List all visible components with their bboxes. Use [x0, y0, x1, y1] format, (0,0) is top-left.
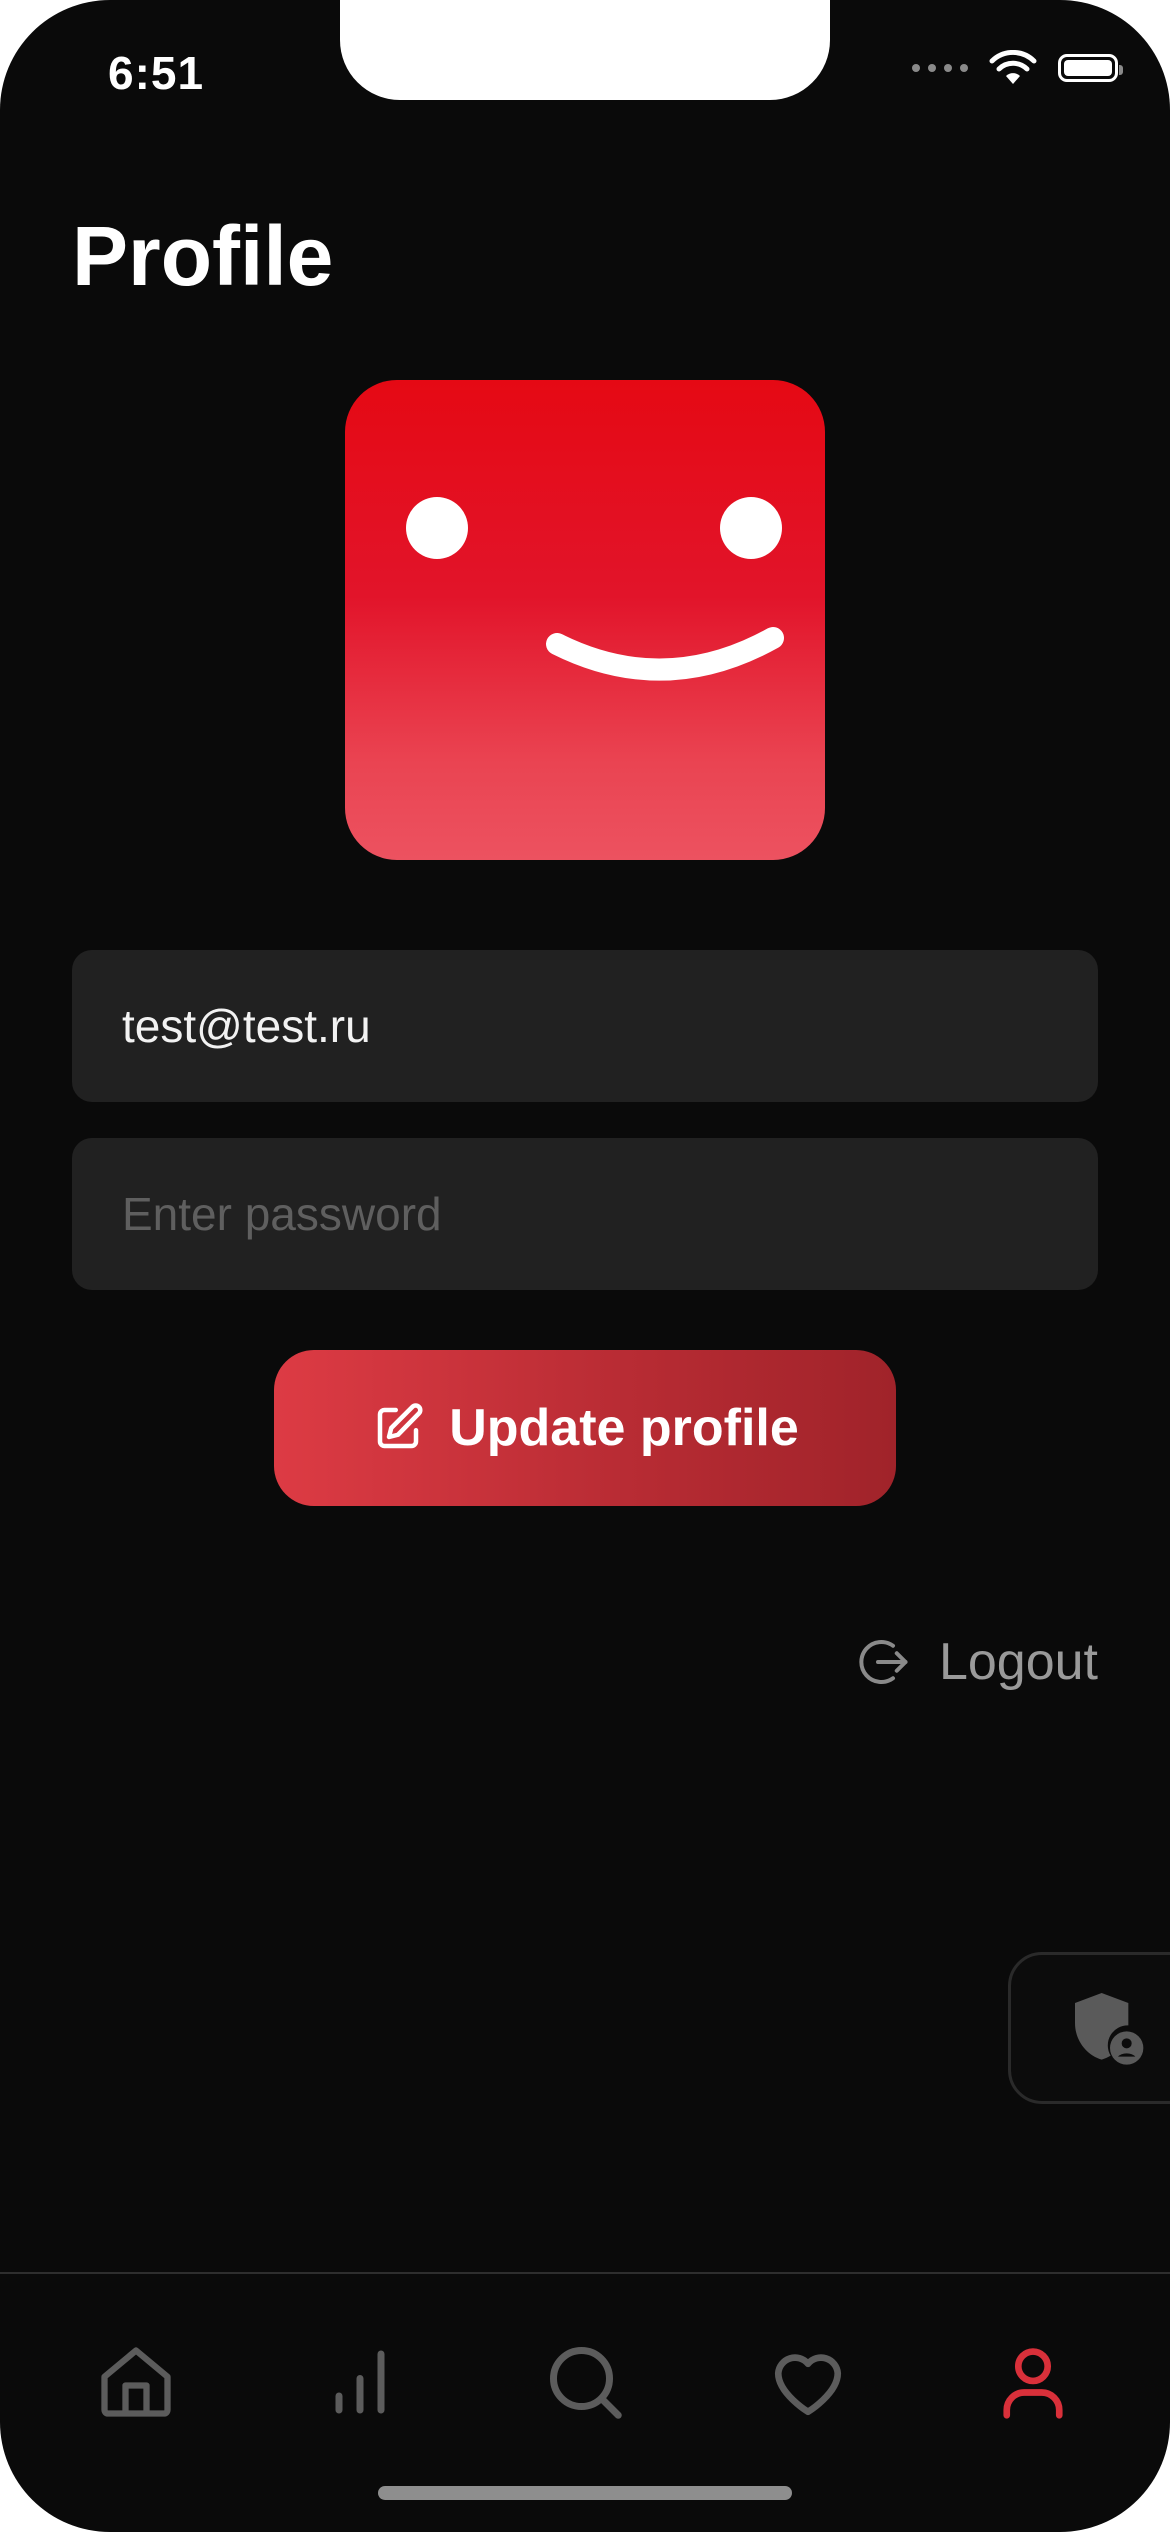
battery-icon	[1058, 54, 1123, 82]
device-notch	[340, 0, 830, 100]
tab-home[interactable]	[88, 2334, 184, 2430]
tab-favorites[interactable]	[760, 2334, 856, 2430]
edit-icon	[377, 1403, 423, 1449]
smiley-face-icon	[406, 497, 784, 681]
email-value: test@test.ru	[122, 1000, 371, 1052]
page-title: Profile	[72, 209, 334, 303]
logout-button[interactable]: Logout	[853, 1632, 1098, 1692]
signal-icon	[912, 64, 968, 72]
home-indicator	[378, 2486, 792, 2500]
privacy-float-button[interactable]	[1008, 1952, 1170, 2104]
shield-user-icon	[1075, 1993, 1144, 2065]
tab-profile[interactable]	[985, 2334, 1081, 2430]
password-field[interactable]: Enter password	[72, 1138, 1098, 1290]
status-time: 6:51	[108, 47, 205, 99]
update-profile-label: Update profile	[449, 1399, 799, 1457]
profile-avatar[interactable]	[345, 380, 825, 860]
home-icon	[101, 2347, 171, 2417]
app-screen: 6:51 Profile test@test.ru Enter password…	[0, 0, 1170, 2532]
user-icon	[1003, 2348, 1063, 2419]
update-profile-button[interactable]: Update profile	[274, 1350, 896, 1506]
status-icons	[912, 50, 1123, 86]
email-field[interactable]: test@test.ru	[72, 950, 1098, 1102]
heart-icon	[774, 2354, 842, 2416]
wifi-icon	[989, 50, 1037, 84]
logout-icon	[859, 1640, 908, 1684]
bar-chart-icon	[335, 2350, 385, 2414]
tab-search[interactable]	[537, 2334, 633, 2430]
logout-label: Logout	[938, 1633, 1098, 1691]
search-icon	[550, 2347, 622, 2419]
password-placeholder: Enter password	[122, 1188, 442, 1240]
tab-stats[interactable]	[312, 2334, 408, 2430]
